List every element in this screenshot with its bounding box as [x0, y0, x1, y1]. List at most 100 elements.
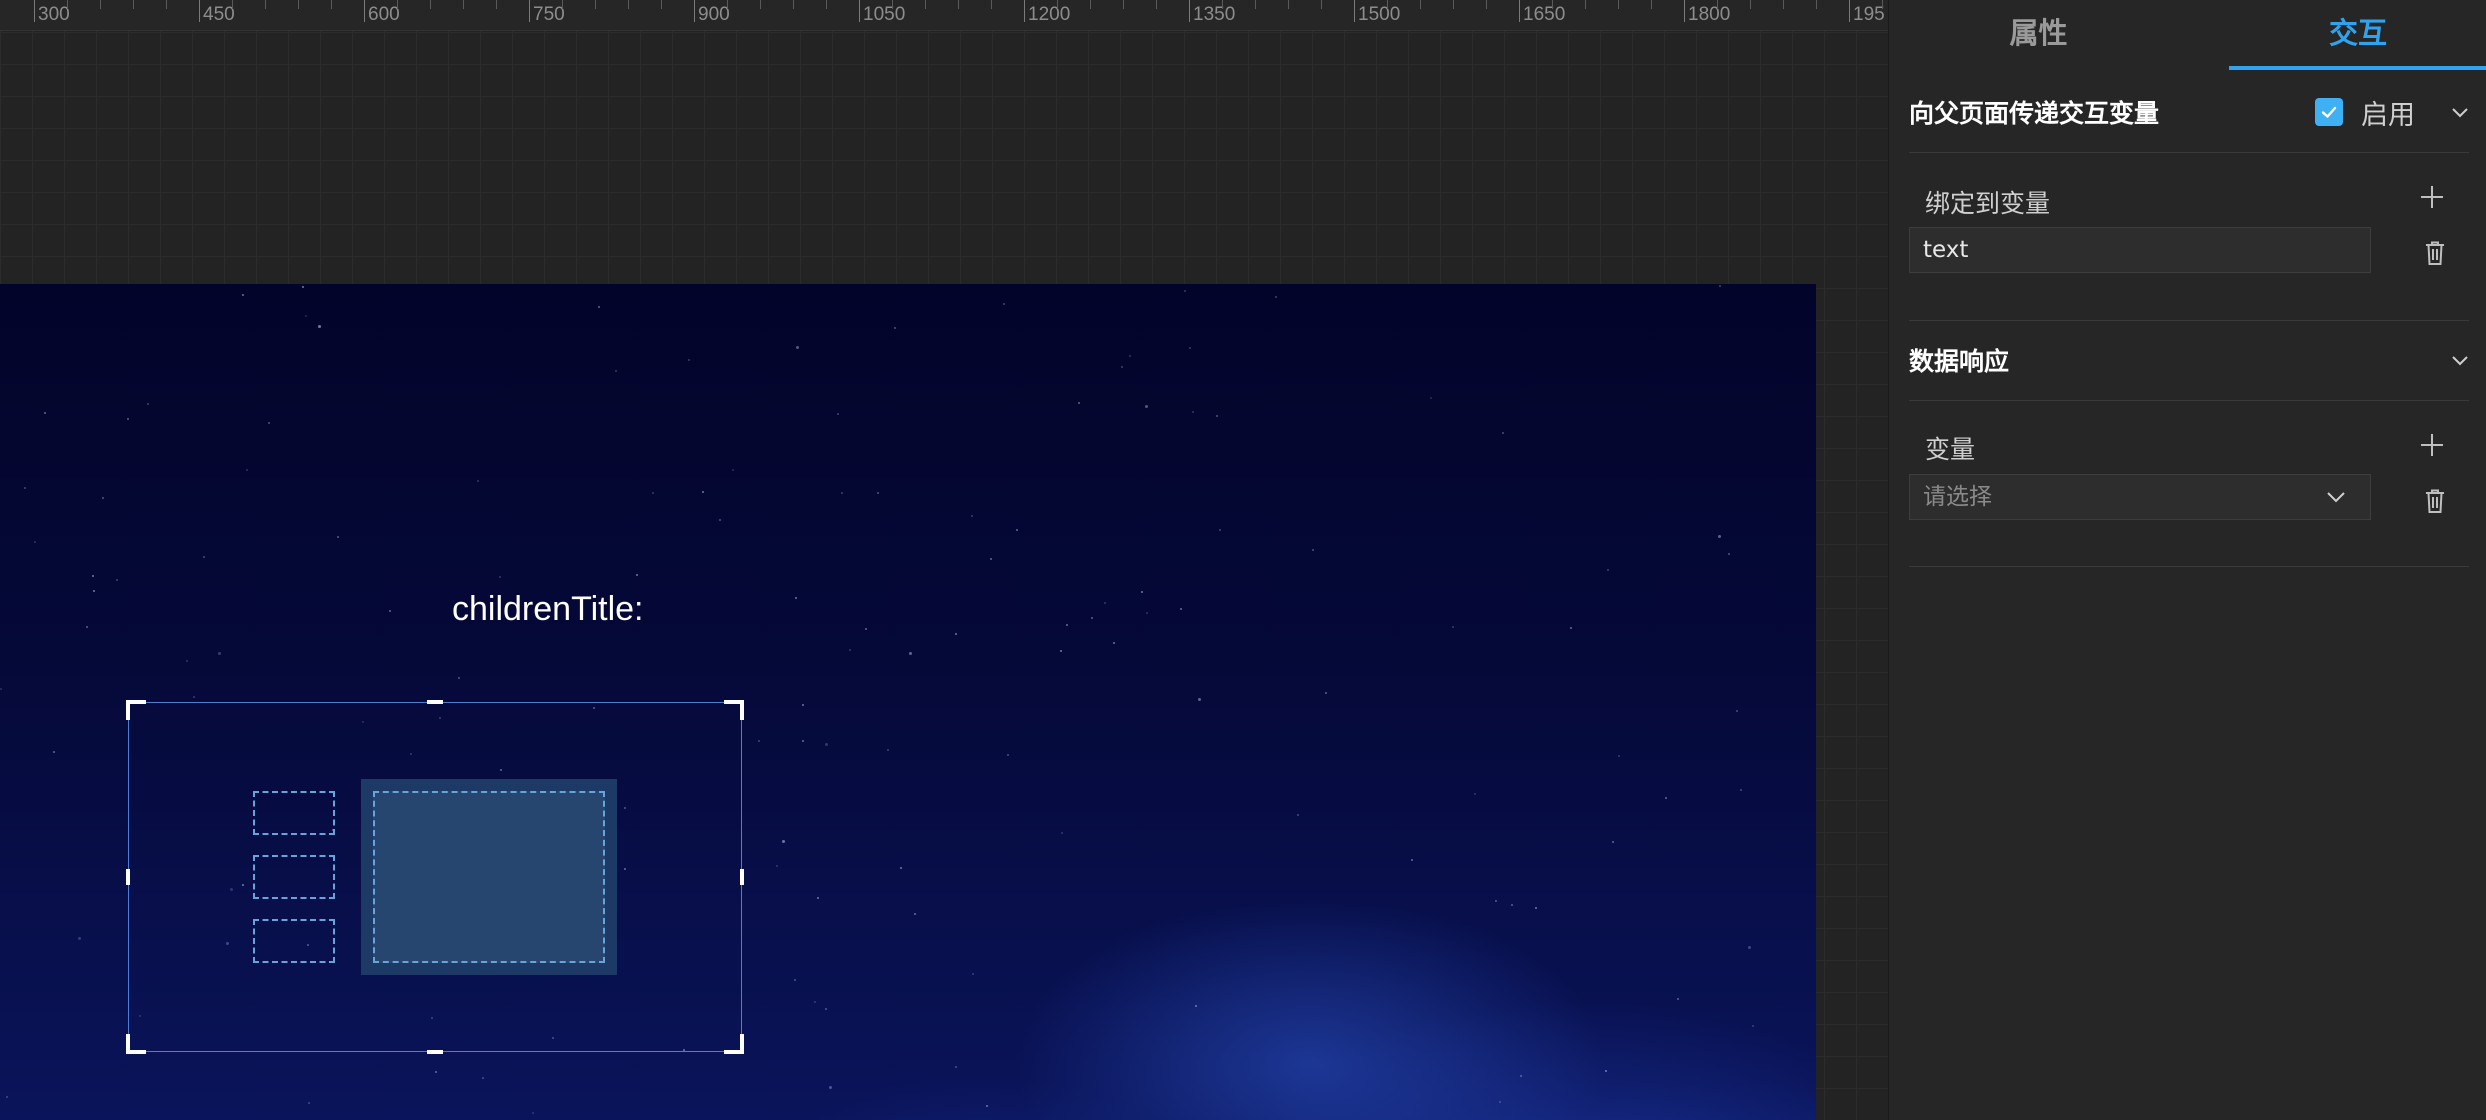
star: [955, 633, 957, 635]
editor-canvas[interactable]: 300 450 600 750 900 1050 1200 1350 1500 1650 1800 1…: [0, 0, 1888, 1120]
star: [268, 422, 270, 424]
star: [482, 1077, 484, 1079]
ruler-minor-tick: [1090, 0, 1091, 9]
star: [877, 492, 879, 494]
star: [92, 575, 94, 577]
delete-bind-variable-icon[interactable]: [2423, 240, 2447, 266]
star: [78, 937, 81, 940]
section-parent-vars-header[interactable]: 向父页面传递交互变量 启用: [1909, 72, 2469, 152]
ruler-major-tick: [1354, 0, 1355, 22]
ruler-label: 750: [533, 4, 565, 25]
ruler-minor-tick: [166, 0, 167, 9]
resize-handle-bottom-right[interactable]: [724, 1034, 744, 1054]
star: [1718, 535, 1721, 538]
star: [887, 749, 889, 751]
star: [1665, 797, 1667, 799]
ruler-label: 1800: [1688, 4, 1731, 25]
resize-handle-right[interactable]: [740, 869, 744, 885]
star: [1129, 355, 1131, 357]
star: [1748, 946, 1751, 949]
add-bind-variable-icon[interactable]: [2421, 186, 2443, 208]
ruler-label: 900: [698, 4, 730, 25]
section-data-response-header[interactable]: 数据响应: [1909, 320, 2469, 400]
ruler-label: 600: [368, 4, 400, 25]
resize-handle-bottom-left[interactable]: [126, 1034, 146, 1054]
star: [1719, 285, 1721, 287]
ruler-minor-tick: [265, 0, 266, 9]
selected-tab-component[interactable]: [126, 700, 744, 1054]
ruler-minor-tick: [661, 0, 662, 9]
star: [318, 325, 321, 328]
ruler-minor-tick: [793, 0, 794, 9]
star: [794, 979, 796, 981]
chevron-down-icon[interactable]: [2451, 103, 2469, 121]
star: [865, 628, 867, 630]
delete-variable-icon[interactable]: [2423, 488, 2447, 514]
star: [1325, 692, 1327, 694]
ruler-minor-tick: [1651, 0, 1652, 9]
star: [652, 492, 654, 494]
star: [6, 1096, 8, 1098]
star: [1736, 710, 1738, 712]
star: [1520, 1075, 1522, 1077]
resize-handle-top-right[interactable]: [724, 700, 744, 720]
enable-checkbox[interactable]: [2315, 98, 2343, 126]
resize-handle-bottom[interactable]: [427, 1050, 443, 1054]
children-title-text[interactable]: childrenTitle:: [452, 590, 643, 629]
star: [817, 897, 819, 899]
ruler-minor-tick: [991, 0, 992, 9]
tab-properties[interactable]: 属性: [1889, 0, 2188, 70]
star: [990, 558, 992, 560]
star: [825, 743, 828, 746]
screen-background[interactable]: childrenTitle:: [0, 284, 1816, 1120]
star: [337, 536, 339, 538]
ruler-minor-tick: [298, 0, 299, 9]
star: [116, 579, 118, 581]
ruler-major-tick: [1189, 0, 1190, 22]
variable-select[interactable]: 请选择: [1909, 474, 2371, 520]
tab-interaction[interactable]: 交互: [2229, 0, 2486, 70]
star: [1312, 549, 1314, 551]
star: [93, 590, 95, 592]
star: [802, 704, 804, 706]
star: [1121, 366, 1123, 368]
ruler-minor-tick: [1882, 0, 1883, 9]
star: [308, 1102, 310, 1104]
star: [127, 418, 129, 420]
star: [636, 574, 638, 576]
star: [1535, 907, 1537, 909]
ruler-label: 1200: [1028, 4, 1071, 25]
star: [986, 1105, 988, 1107]
star: [615, 370, 617, 372]
star: [218, 652, 221, 655]
star: [1061, 832, 1063, 834]
ruler-minor-tick: [1057, 0, 1058, 9]
star: [841, 492, 843, 494]
bind-variable-label: 绑定到变量: [1925, 189, 2051, 218]
ruler-major-tick: [364, 0, 365, 22]
ruler-minor-tick: [1816, 0, 1817, 9]
ruler-label: 1500: [1358, 4, 1401, 25]
ruler-minor-tick: [397, 0, 398, 9]
star: [894, 327, 896, 329]
ruler-minor-tick: [331, 0, 332, 9]
resize-handle-top-left[interactable]: [126, 700, 146, 720]
star: [1113, 642, 1115, 644]
star: [1198, 698, 1201, 701]
star: [532, 1112, 534, 1114]
resize-handle-top[interactable]: [427, 700, 443, 704]
star: [955, 1066, 957, 1068]
ruler-minor-tick: [1486, 0, 1487, 9]
ruler-minor-tick: [1222, 0, 1223, 9]
add-variable-icon[interactable]: [2421, 434, 2443, 456]
ruler-minor-tick: [925, 0, 926, 9]
ruler-minor-tick: [463, 0, 464, 9]
bind-variable-input[interactable]: text: [1909, 227, 2371, 273]
star: [971, 515, 973, 517]
star: [1184, 290, 1186, 292]
ruler-minor-tick: [1123, 0, 1124, 9]
star: [1145, 405, 1148, 408]
star: [1495, 900, 1497, 902]
resize-handle-left[interactable]: [126, 869, 130, 885]
chevron-down-icon[interactable]: [2451, 351, 2469, 369]
